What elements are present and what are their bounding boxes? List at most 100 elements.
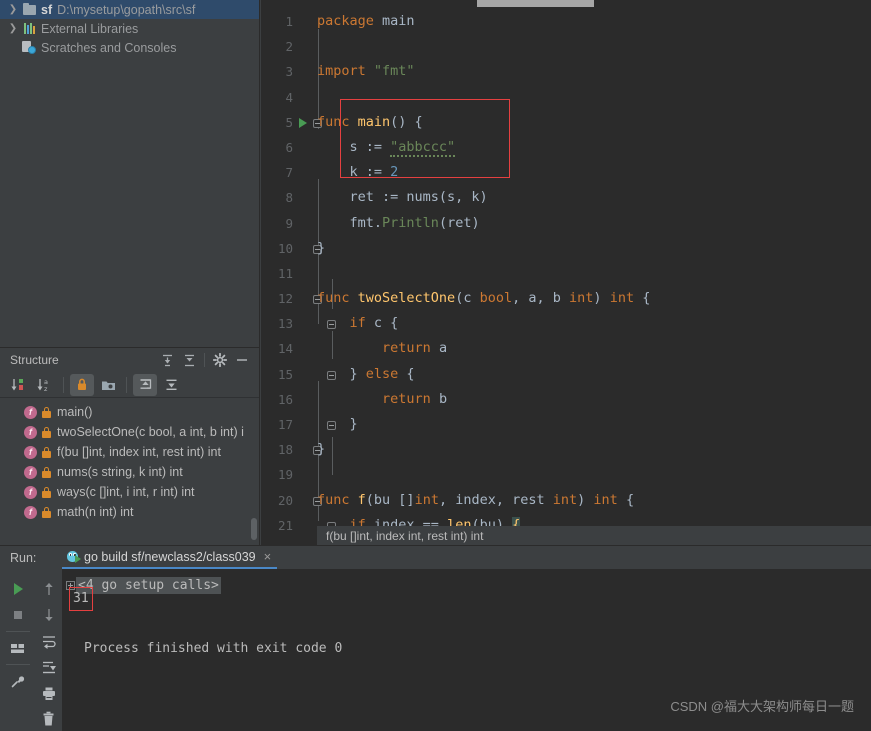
chevron-right-icon[interactable]: ❯: [6, 4, 20, 15]
code-editor[interactable]: 1 package main 2 3 import "fmt" 4 5 func…: [261, 0, 871, 545]
svg-text:z: z: [44, 385, 48, 393]
line-number: 9: [285, 215, 293, 231]
project-tree-item-sf[interactable]: ❯ sf D:\mysetup\gopath\src\sf: [0, 0, 259, 19]
code-line[interactable]: 10 }: [261, 236, 871, 261]
structure-item[interactable]: f ways(c []int, i int, r int) int: [0, 482, 259, 502]
project-tree-item-name: External Libraries: [41, 21, 139, 36]
line-number: 6: [285, 139, 293, 155]
structure-item-label: main(): [57, 405, 93, 419]
lock-icon: [42, 426, 51, 438]
editor-horizontal-scroll-thumb[interactable]: [477, 0, 594, 7]
watermark-text: CSDN @福大大架构师每日一题: [670, 699, 854, 714]
code-line[interactable]: 17 }: [261, 412, 871, 437]
show-anonymous-down-icon[interactable]: [159, 374, 183, 396]
run-gutter-icon[interactable]: [299, 117, 307, 128]
run-tab[interactable]: go build sf/newclass2/class039 ×: [62, 546, 278, 569]
code-line[interactable]: 1 package main: [261, 9, 871, 34]
line-number: 20: [277, 492, 293, 508]
run-right-toolbar: [35, 569, 62, 731]
line-number: 22: [261, 538, 293, 545]
console-output-31: 31: [73, 591, 89, 606]
soft-wrap-icon[interactable]: [35, 628, 63, 654]
show-fields-folder-icon[interactable]: [96, 374, 120, 396]
line-number: 1: [285, 14, 293, 29]
line-number: 4: [285, 89, 293, 105]
toolbar-divider: [5, 631, 30, 632]
show-inherited-up-icon[interactable]: [133, 373, 157, 396]
function-icon: f: [24, 445, 37, 459]
code-line[interactable]: 8 ret := nums(s, k): [261, 185, 871, 210]
structure-scrollbar[interactable]: [251, 518, 257, 540]
structure-header: Structure: [0, 348, 259, 372]
code-line[interactable]: 6 s := "abbccc": [261, 135, 871, 160]
expand-all-icon[interactable]: [156, 350, 178, 370]
project-tree-item-scratches-and-consoles[interactable]: ❯ Scratches and Consoles: [0, 38, 259, 57]
folder-icon: [20, 2, 38, 15]
structure-item[interactable]: f twoSelectOne(c bool, a int, b int) i: [0, 422, 259, 442]
function-icon: f: [24, 505, 37, 519]
structure-title: Structure: [10, 353, 59, 367]
structure-item-label: f(bu []int, index int, rest int) int: [57, 445, 221, 459]
code-line[interactable]: 7 k := 2: [261, 160, 871, 185]
show-non-public-lock-icon[interactable]: [70, 373, 94, 396]
print-icon[interactable]: [35, 680, 63, 706]
pin-icon[interactable]: [4, 668, 32, 694]
editor-horizontal-scrollbar[interactable]: [261, 0, 871, 9]
code-line[interactable]: 13 if c {: [261, 311, 871, 336]
line-number: 3: [285, 64, 293, 80]
code-line[interactable]: 16 return b: [261, 387, 871, 412]
toolbar-divider: [126, 376, 127, 393]
code-line[interactable]: 3 import "fmt": [261, 59, 871, 84]
line-number: 12: [277, 291, 293, 307]
run-icon[interactable]: [4, 576, 32, 602]
scroll-to-end-icon[interactable]: [35, 654, 63, 680]
code-line[interactable]: 19: [261, 462, 871, 487]
chevron-right-icon[interactable]: ❯: [6, 23, 20, 34]
code-line[interactable]: 4: [261, 85, 871, 110]
line-number: 11: [277, 265, 293, 281]
code-line[interactable]: 2: [261, 34, 871, 59]
line-number: 2: [285, 39, 293, 55]
breadcrumb-tooltip: f(bu []int, index int, rest int) int: [317, 526, 871, 545]
structure-item[interactable]: f main(): [0, 402, 259, 422]
sort-alphabetically-icon[interactable]: a z: [33, 374, 57, 396]
run-tab-label: go build sf/newclass2/class039: [84, 549, 256, 564]
structure-item[interactable]: f f(bu []int, index int, rest int) int: [0, 442, 259, 462]
structure-item[interactable]: f math(n int) int: [0, 502, 259, 522]
minimize-icon[interactable]: [231, 350, 253, 370]
line-number: 14: [277, 341, 293, 357]
function-icon: f: [24, 425, 37, 439]
up-arrow-icon[interactable]: [35, 576, 63, 602]
close-icon[interactable]: ×: [264, 549, 272, 564]
sort-by-visibility-icon[interactable]: [7, 374, 31, 396]
console-finish-line: Process finished with exit code 0: [84, 641, 343, 656]
trash-icon[interactable]: [35, 706, 63, 731]
project-tree-item-path: D:\mysetup\gopath\src\sf: [57, 2, 196, 17]
structure-item-label: nums(s string, k int) int: [57, 465, 183, 479]
console-output-value: [62, 596, 871, 617]
toolbar-divider: [5, 664, 30, 665]
code-line[interactable]: 9 fmt.Println(ret): [261, 211, 871, 236]
code-line[interactable]: 12 func twoSelectOne(c bool, a, b int) i…: [261, 286, 871, 311]
project-tree-item-name: sf: [41, 2, 53, 17]
code-line[interactable]: 5 func main() {: [261, 110, 871, 135]
layout-icon[interactable]: [4, 635, 32, 661]
code-line[interactable]: 20 func f(bu []int, index, rest int) int…: [261, 488, 871, 513]
gear-icon[interactable]: [209, 350, 231, 370]
line-number: 19: [277, 467, 293, 483]
code-line[interactable]: 14 return a: [261, 336, 871, 361]
code-line[interactable]: 11: [261, 261, 871, 286]
project-tree-item-name: Scratches and Consoles: [41, 40, 177, 55]
run-window-label: Run:: [10, 550, 37, 565]
console-setup-line[interactable]: <4 go setup calls>: [62, 575, 871, 596]
code-line[interactable]: 15 } else {: [261, 362, 871, 387]
stop-icon[interactable]: [4, 602, 32, 628]
structure-panel: Structure a z f main() f twoSelectOne(c …: [0, 347, 260, 545]
collapse-all-icon[interactable]: [178, 350, 200, 370]
project-tree-item-external-libraries[interactable]: ❯ External Libraries: [0, 19, 259, 38]
down-arrow-icon[interactable]: [35, 602, 63, 628]
structure-item[interactable]: f nums(s string, k int) int: [0, 462, 259, 482]
line-number: 5: [285, 114, 293, 130]
line-number: 15: [277, 366, 293, 382]
code-line[interactable]: 18 }: [261, 437, 871, 462]
